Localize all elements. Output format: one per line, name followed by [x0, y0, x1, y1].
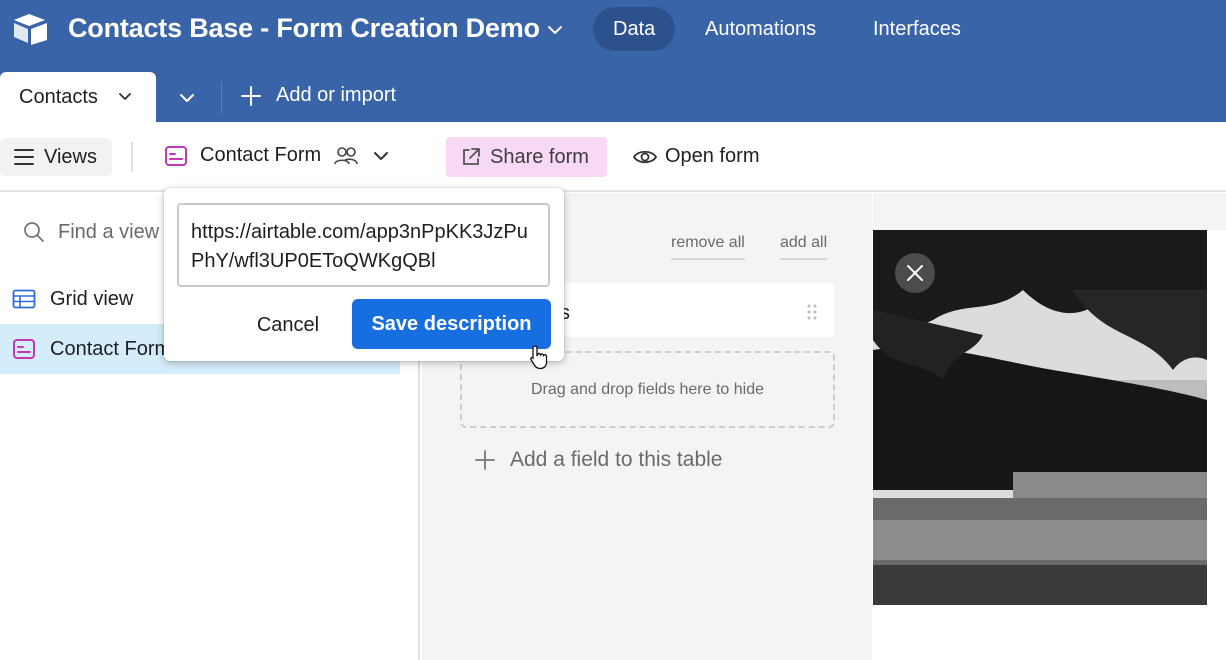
add-or-import-label: Add or import	[276, 84, 397, 106]
eye-icon	[633, 150, 657, 163]
airtable-logo-icon[interactable]	[12, 12, 50, 46]
tab-divider	[221, 82, 222, 114]
add-field-label: Add a field to this table	[510, 448, 723, 471]
plus-icon	[475, 450, 495, 470]
dropzone-text: Drag and drop fields here to hide	[530, 380, 765, 398]
external-link-icon	[463, 148, 480, 165]
drag-handle-icon[interactable]	[805, 302, 819, 322]
share-form-label: Share form	[490, 145, 589, 168]
search-icon	[24, 222, 44, 242]
save-description-button[interactable]: Save description	[352, 299, 551, 349]
sidebar-item-label: Contact Form	[50, 337, 172, 360]
form-preview-card	[873, 230, 1226, 660]
views-button[interactable]: Views	[0, 138, 112, 176]
view-switcher[interactable]: Contact Form	[164, 144, 391, 167]
nav-interfaces[interactable]: Interfaces	[853, 7, 981, 51]
collaborators-icon	[334, 146, 358, 164]
chevron-down-icon[interactable]	[176, 88, 198, 108]
grid-icon	[12, 289, 36, 309]
add-all-link[interactable]: add all	[780, 234, 828, 260]
form-icon	[165, 145, 187, 166]
base-title[interactable]: Contacts Base - Form Creation Demo	[68, 13, 540, 44]
find-view-placeholder: Find a view	[58, 220, 160, 243]
nav-automations[interactable]: Automations	[685, 7, 836, 51]
hamburger-icon	[14, 149, 34, 165]
tab-contacts-label[interactable]: Contacts	[19, 86, 98, 109]
chevron-down-icon[interactable]	[545, 20, 565, 40]
right-edge-card	[1207, 464, 1226, 660]
form-icon	[13, 339, 35, 359]
open-form-button[interactable]: Open form	[633, 145, 759, 168]
open-form-label: Open form	[665, 145, 760, 167]
find-view-search[interactable]: Find a view	[22, 220, 159, 244]
chevron-down-icon[interactable]	[116, 88, 134, 106]
add-field-button[interactable]: Add a field to this table	[474, 448, 722, 472]
hide-fields-dropzone[interactable]: Drag and drop fields here to hide	[460, 351, 835, 428]
share-form-button[interactable]: Share form	[446, 137, 607, 177]
views-label: Views	[44, 145, 97, 168]
toolbar-divider	[131, 142, 133, 172]
chevron-down-icon	[374, 151, 389, 160]
nav-data[interactable]: Data	[593, 7, 676, 51]
plus-icon	[241, 85, 261, 106]
view-name-label: Contact Form	[200, 144, 322, 166]
cancel-button[interactable]: Cancel	[240, 305, 336, 345]
form-url-field[interactable]: https://airtable.com/app3nPpKK3JzPuPhY/w…	[177, 203, 550, 287]
pointer-cursor-icon	[530, 345, 548, 370]
sidebar-item-label: Grid view	[50, 287, 134, 310]
add-or-import-button[interactable]: Add or import	[240, 84, 396, 107]
remove-all-link[interactable]: remove all	[671, 234, 745, 260]
close-icon[interactable]	[895, 253, 935, 293]
